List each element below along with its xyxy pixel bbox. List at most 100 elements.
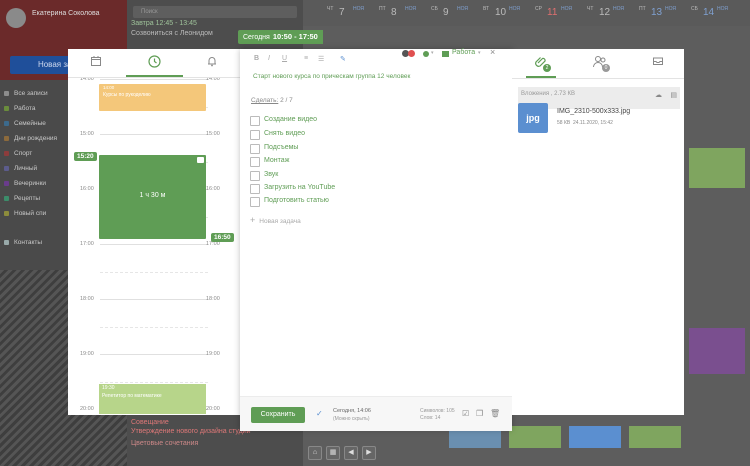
search-input[interactable]: Поиск	[133, 6, 297, 18]
day-cell[interactable]: ПТ 13 НОЯ	[635, 3, 683, 23]
progress-label[interactable]: Сделать:	[251, 97, 278, 104]
task-title[interactable]: Старт нового курса по прическам группа 1…	[253, 72, 413, 81]
selected-event-block[interactable]: 1 ч 30 м	[99, 155, 206, 239]
active-tab-indicator	[126, 75, 183, 77]
grid-icon[interactable]: ▦	[326, 446, 340, 460]
checkbox[interactable]	[250, 171, 260, 181]
chevron-down-icon[interactable]: ▾	[431, 50, 434, 56]
avatar	[6, 8, 26, 28]
panel-tabs	[68, 49, 240, 78]
event-end-handle[interactable]: 16:50	[211, 233, 234, 242]
bell-icon[interactable]	[206, 55, 220, 69]
timeline-gridline	[100, 244, 208, 245]
event-time-pill[interactable]: Сегодня 10:50 - 17:50	[238, 30, 323, 44]
checkbox[interactable]	[250, 184, 260, 194]
calendar-event-card[interactable]	[689, 328, 745, 374]
checkbox[interactable]	[250, 157, 260, 167]
timeline-hour-row	[68, 381, 240, 383]
chevron-down-icon[interactable]: ▾	[478, 50, 481, 56]
file-name[interactable]: IMG_2310-500x333.jpg	[557, 108, 630, 115]
attachments-label: Вложения , 2.73 КВ	[521, 91, 575, 97]
day-month: НОЯ	[509, 6, 521, 12]
editor-footer: Сохранить ✓ Сегодня, 14:06 (Можно скрыть…	[240, 396, 512, 431]
sidebar-item-label: Спорт	[14, 150, 33, 157]
subtask-label[interactable]: Звук	[264, 171, 278, 178]
subtask-label[interactable]: Монтаж	[264, 157, 289, 164]
day-number: 11	[547, 7, 558, 18]
day-cell[interactable]: ПТ 8 НОЯ	[375, 3, 423, 23]
attachment-tab[interactable]: 2	[534, 55, 551, 72]
task-editor: B I U ≡ ☰ ✎ ▾ Работа ▾ × Старт нового ку…	[240, 47, 512, 431]
add-subtask-label: Новая задача	[259, 218, 301, 225]
day-cell[interactable]: ВТ 10 НОЯ	[479, 3, 527, 23]
timeline-hour-label: 18:00	[206, 296, 220, 302]
cloud-upload-icon[interactable]: ☁	[655, 91, 662, 99]
checkbox[interactable]	[250, 197, 260, 207]
day-cell[interactable]: СБ 9 НОЯ	[427, 3, 475, 23]
event-title[interactable]: Цветовые сочетания	[131, 440, 299, 447]
close-icon[interactable]: ×	[490, 47, 495, 57]
checklist-icon[interactable]: ☑	[462, 409, 472, 419]
timeline-hour-label: 14:00	[206, 78, 220, 82]
calendar-event-card[interactable]	[509, 426, 561, 448]
day-number: 12	[599, 7, 611, 18]
trash-icon[interactable]: 🗑	[490, 409, 500, 419]
checkbox[interactable]	[250, 116, 260, 126]
sidebar-item-label: Рецепты	[14, 195, 41, 202]
list-view-icon[interactable]: ▤	[670, 91, 677, 99]
subtask-label[interactable]: Загрузить на YouTube	[264, 184, 335, 191]
sidebar-item-label: Все записи	[14, 90, 48, 97]
participants-tab[interactable]: 0	[592, 55, 610, 72]
timeline-hour-label: 16:00	[80, 186, 94, 192]
sidebar-item-label: Семейные	[14, 120, 46, 127]
day-weekday: ПТ	[379, 6, 386, 12]
day-number: 10	[495, 7, 507, 18]
subtask-label[interactable]: Создание видео	[264, 116, 317, 123]
prev-icon[interactable]: ◀	[344, 446, 358, 460]
category-label[interactable]: Работа	[452, 49, 475, 56]
home-icon[interactable]: ⌂	[308, 446, 322, 460]
category-dot	[4, 151, 9, 156]
calendar-event-card[interactable]	[689, 148, 745, 188]
day-weekday: СР	[535, 6, 542, 12]
checkbox[interactable]	[250, 130, 260, 140]
underline-icon[interactable]: U	[282, 55, 287, 62]
timeline[interactable]: 20:00 20:00 19:00 19:00 18:00 18:00 17:00 17:00…	[68, 78, 240, 415]
modified-status: (Можно скрыть)	[333, 416, 370, 422]
copy-icon[interactable]: ❐	[476, 409, 486, 419]
day-cell[interactable]: ЧТ 7 НОЯ	[323, 3, 371, 23]
calendar-event-card[interactable]	[629, 426, 681, 448]
add-subtask[interactable]: + Новая задача	[250, 215, 301, 225]
checkbox[interactable]	[250, 144, 260, 154]
timeline-panel: 20:00 20:00 19:00 19:00 18:00 18:00 17:00 17:00…	[68, 49, 240, 415]
sidebar-item-label: Работа	[14, 105, 36, 112]
subtask-label[interactable]: Подготовить статью	[264, 197, 329, 204]
attachment-item[interactable]: jpg IMG_2310-500x333.jpg 58 КВ 24.11.202…	[518, 103, 680, 135]
status-dot[interactable]	[423, 51, 429, 57]
category-dot	[4, 181, 9, 186]
inbox-tab[interactable]	[652, 55, 664, 69]
day-cell[interactable]: СБ 14 НОЯ	[687, 3, 735, 23]
next-icon[interactable]: ▶	[362, 446, 376, 460]
day-weekday: СБ	[691, 6, 698, 12]
subtask-label[interactable]: Снять видео	[264, 130, 305, 137]
day-cell[interactable]: СР 11 НОЯ	[531, 3, 579, 23]
numbered-list-icon[interactable]: ≡	[304, 55, 308, 62]
wand-icon[interactable]: ✎	[340, 55, 346, 63]
save-button[interactable]: Сохранить	[251, 407, 305, 423]
calendar-event-card[interactable]: 14:00 Курсы по рукоделию	[99, 84, 206, 111]
bullet-list-icon[interactable]: ☰	[318, 55, 324, 63]
timeline-gridline	[100, 326, 208, 328]
bold-icon[interactable]: B	[254, 55, 259, 62]
calendar-event-card[interactable]	[569, 426, 621, 448]
clock-icon[interactable]	[148, 55, 162, 69]
attachments-panel: 2 0 Вложения , 2.73 КВ ☁ ▤ jpg IMG_2310-…	[512, 49, 684, 415]
calendar-icon[interactable]	[90, 55, 104, 69]
calendar-event-card[interactable]: 19:30 Репетитор по математике	[99, 384, 206, 414]
timeline-gridline	[100, 79, 208, 80]
day-cell[interactable]: ЧТ 12 НОЯ	[583, 3, 631, 23]
day-weekday: ЧТ	[587, 6, 594, 12]
italic-icon[interactable]: I	[268, 55, 270, 62]
event-start-handle[interactable]: 15:20	[74, 152, 97, 161]
subtask-label[interactable]: Подсъемы	[264, 144, 298, 151]
